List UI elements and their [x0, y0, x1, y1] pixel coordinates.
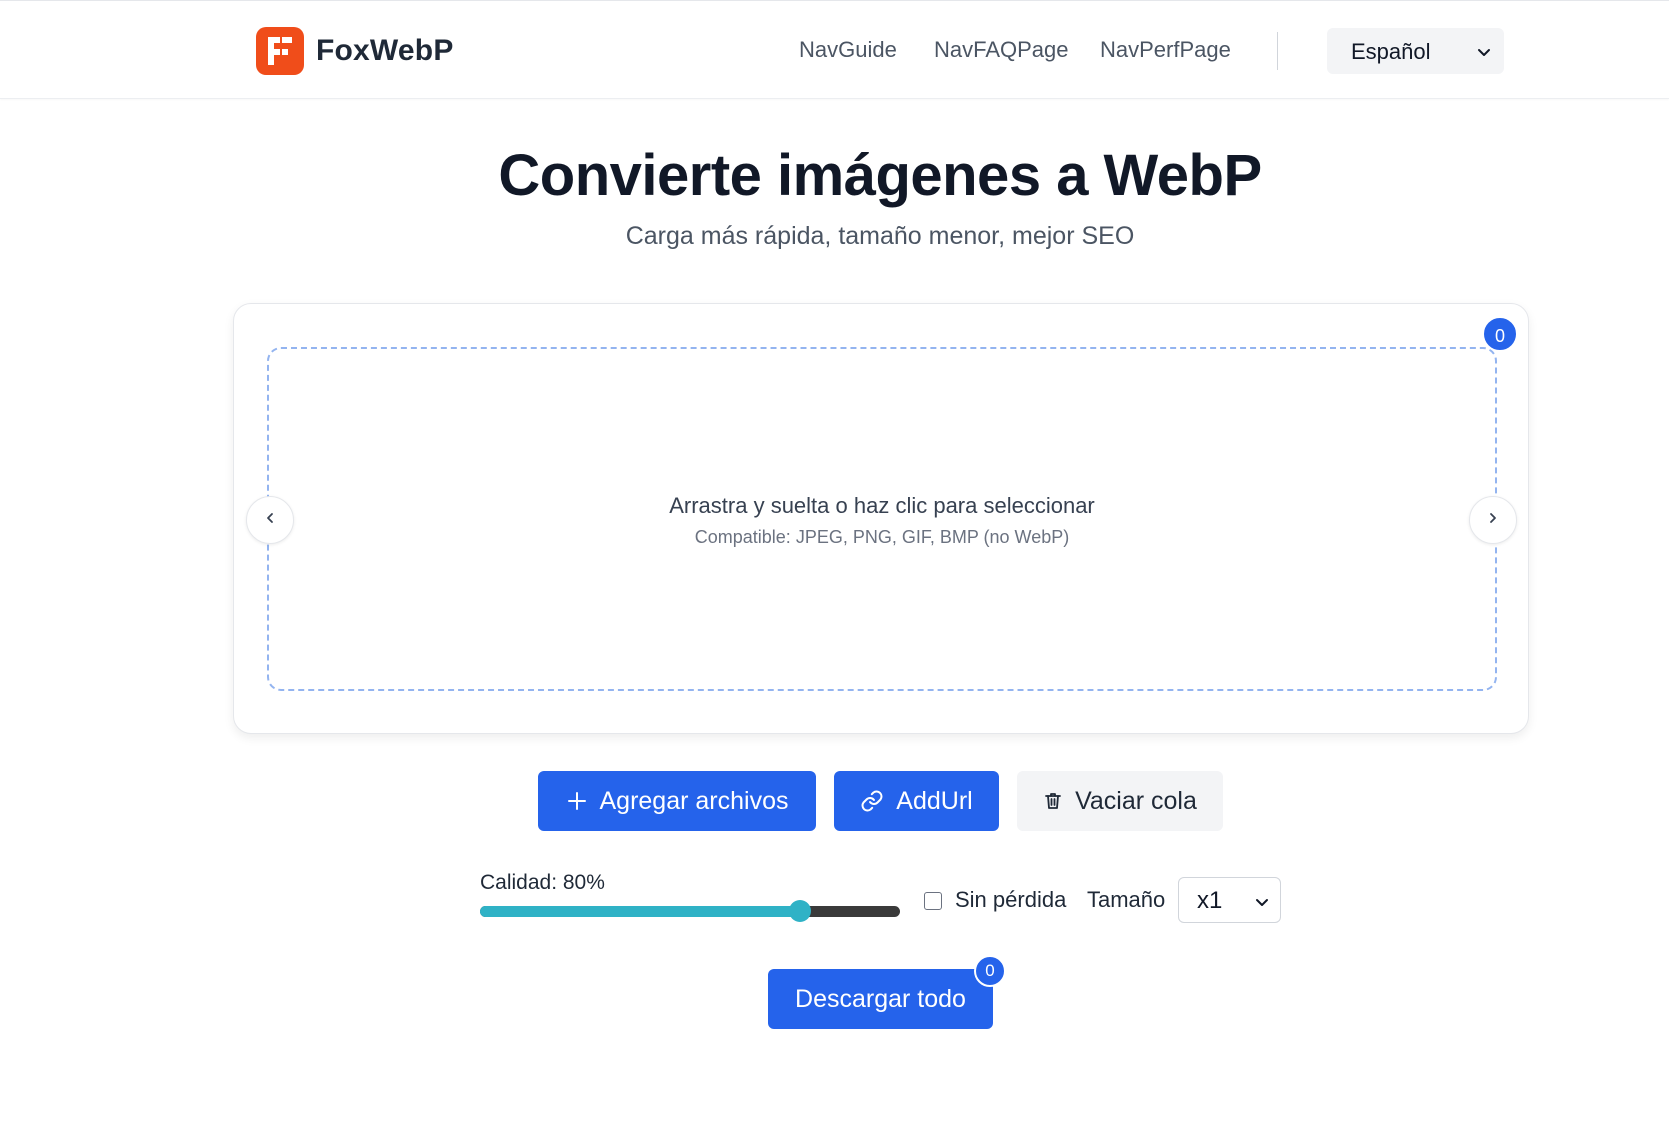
brand-link[interactable]: FoxWebP	[256, 27, 454, 75]
add-files-label: Agregar archivos	[599, 786, 789, 815]
page-title: Convierte imágenes a WebP	[498, 143, 1262, 208]
nav-faq-link[interactable]: NavFAQPage	[934, 37, 1069, 63]
brand-name: FoxWebP	[316, 34, 454, 67]
language-select[interactable]: Español	[1327, 28, 1504, 74]
nav-guide-link[interactable]: NavGuide	[799, 37, 897, 63]
chevron-left-icon	[263, 511, 277, 530]
dropzone-title: Arrastra y suelta o haz clic para selecc…	[669, 493, 1095, 518]
download-all-button[interactable]: Descargar todo	[768, 969, 993, 1029]
dropzone-hint: Compatible: JPEG, PNG, GIF, BMP (no WebP…	[694, 527, 1070, 547]
file-dropzone[interactable]: Arrastra y suelta o haz clic para selecc…	[267, 347, 1497, 691]
add-files-button[interactable]: Agregar archivos	[538, 771, 816, 831]
prev-button[interactable]	[246, 496, 294, 544]
chevron-down-icon	[1254, 894, 1270, 915]
lossless-label: Sin pérdida	[955, 887, 1067, 912]
plus-icon	[566, 790, 588, 812]
upload-card: Arrastra y suelta o haz clic para selecc…	[233, 303, 1529, 734]
size-value: x1	[1197, 887, 1223, 914]
slider-thumb[interactable]	[789, 900, 811, 922]
add-url-label: AddUrl	[896, 786, 973, 815]
clear-queue-button[interactable]: Vaciar cola	[1017, 771, 1223, 831]
lossless-checkbox[interactable]	[924, 892, 942, 910]
trash-icon	[1043, 791, 1063, 811]
foxwebp-logo-icon	[256, 27, 304, 75]
site-header: FoxWebP NavGuide NavFAQPage NavPerfPage …	[0, 0, 1669, 99]
size-select[interactable]: x1	[1178, 877, 1281, 923]
queue-count-badge: 0	[1482, 316, 1518, 352]
download-all-label: Descargar todo	[795, 984, 966, 1013]
download-count-badge: 0	[974, 955, 1006, 987]
quality-label: Calidad: 80%	[480, 871, 605, 894]
nav-perf-link[interactable]: NavPerfPage	[1100, 37, 1231, 63]
clear-queue-label: Vaciar cola	[1075, 786, 1197, 815]
language-value: Español	[1351, 39, 1431, 64]
add-url-button[interactable]: AddUrl	[834, 771, 999, 831]
page-subtitle: Carga más rápida, tamaño menor, mejor SE…	[625, 222, 1135, 250]
size-label: Tamaño	[1087, 887, 1166, 912]
next-button[interactable]	[1469, 496, 1517, 544]
quality-slider[interactable]	[480, 900, 900, 922]
chevron-right-icon	[1486, 511, 1500, 530]
link-icon	[860, 789, 884, 813]
slider-fill	[480, 906, 800, 917]
nav-divider	[1277, 32, 1278, 70]
chevron-down-icon	[1476, 44, 1492, 65]
